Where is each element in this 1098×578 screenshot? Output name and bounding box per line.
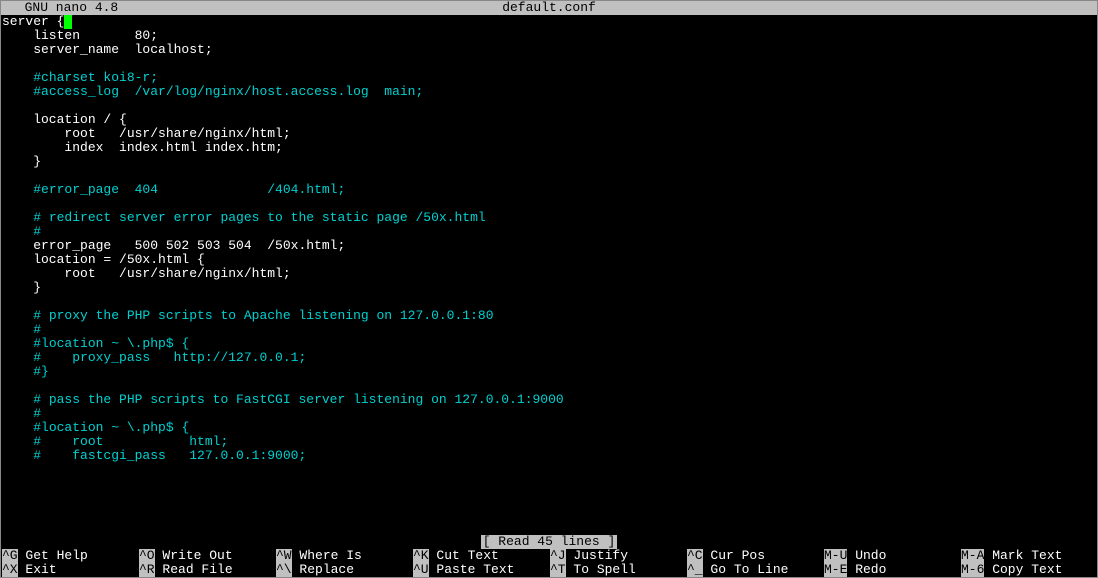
shortcut-key: ^J xyxy=(550,549,566,563)
shortcut-item: ^T To Spell xyxy=(550,563,687,577)
titlebar: GNU nano 4.8 default.conf xyxy=(1,1,1097,15)
shortcut-item: ^K Cut Text xyxy=(413,549,550,563)
shortcut-key: M-6 xyxy=(961,563,984,577)
shortcut-item: M-A Mark Text xyxy=(961,549,1098,563)
code-line xyxy=(2,295,1097,309)
shortcut-key: M-E xyxy=(824,563,847,577)
code-line xyxy=(2,169,1097,183)
app-name: GNU nano 4.8 xyxy=(9,1,118,15)
shortcut-label: Mark Text xyxy=(984,549,1062,563)
file-name: default.conf xyxy=(502,1,596,15)
status-bar: [ Read 45 lines ] xyxy=(1,535,1097,549)
shortcut-label: Replace xyxy=(292,563,354,577)
shortcut-item: ^O Write Out xyxy=(139,549,276,563)
shortcut-label: Go To Line xyxy=(703,563,789,577)
code-line: } xyxy=(2,281,1097,295)
shortcut-item: M-E Redo xyxy=(824,563,961,577)
shortcut-key: ^O xyxy=(139,549,155,563)
code-line: # redirect server error pages to the sta… xyxy=(2,211,1097,225)
shortcut-bar: ^G Get Help^O Write Out^W Where Is^K Cut… xyxy=(1,549,1097,577)
shortcut-key: ^_ xyxy=(687,563,703,577)
shortcut-key: ^G xyxy=(2,549,18,563)
code-line: root /usr/share/nginx/html; xyxy=(2,127,1097,141)
code-line: # proxy_pass http://127.0.0.1; xyxy=(2,351,1097,365)
shortcut-item: ^U Paste Text xyxy=(413,563,550,577)
shortcut-item: ^G Get Help xyxy=(2,549,139,563)
shortcut-label: Where Is xyxy=(292,549,362,563)
code-line: location / { xyxy=(2,113,1097,127)
shortcut-key: ^U xyxy=(413,563,429,577)
code-line xyxy=(2,57,1097,71)
shortcut-label: Paste Text xyxy=(429,563,515,577)
shortcut-key: ^W xyxy=(276,549,292,563)
shortcut-item: M-6 Copy Text xyxy=(961,563,1098,577)
code-line: listen 80; xyxy=(2,29,1097,43)
shortcut-label: Redo xyxy=(847,563,886,577)
shortcut-label: Cut Text xyxy=(429,549,499,563)
code-line: location = /50x.html { xyxy=(2,253,1097,267)
shortcut-key: ^R xyxy=(139,563,155,577)
shortcut-key: ^C xyxy=(687,549,703,563)
code-line: #location ~ \.php$ { xyxy=(2,421,1097,435)
shortcut-row-2: ^X Exit^R Read File^\ Replace^U Paste Te… xyxy=(1,563,1097,577)
editor-content[interactable]: server { listen 80; server_name localhos… xyxy=(1,15,1097,463)
shortcut-item: ^X Exit xyxy=(2,563,139,577)
shortcut-key: M-A xyxy=(961,549,984,563)
shortcut-row-1: ^G Get Help^O Write Out^W Where Is^K Cut… xyxy=(1,549,1097,563)
code-line: server { xyxy=(2,15,1097,29)
shortcut-item: ^\ Replace xyxy=(276,563,413,577)
code-line: # proxy the PHP scripts to Apache listen… xyxy=(2,309,1097,323)
code-line: #error_page 404 /404.html; xyxy=(2,183,1097,197)
shortcut-key: M-U xyxy=(824,549,847,563)
shortcut-item: ^J Justify xyxy=(550,549,687,563)
code-line: index index.html index.htm; xyxy=(2,141,1097,155)
shortcut-key: ^X xyxy=(2,563,18,577)
shortcut-label: Exit xyxy=(18,563,57,577)
shortcut-key: ^\ xyxy=(276,563,292,577)
code-line: root /usr/share/nginx/html; xyxy=(2,267,1097,281)
shortcut-item: ^C Cur Pos xyxy=(687,549,824,563)
shortcut-key: ^T xyxy=(550,563,566,577)
code-line: #charset koi8-r; xyxy=(2,71,1097,85)
code-line: #access_log /var/log/nginx/host.access.l… xyxy=(2,85,1097,99)
shortcut-label: Undo xyxy=(847,549,886,563)
code-line: #location ~ \.php$ { xyxy=(2,337,1097,351)
code-line: # xyxy=(2,323,1097,337)
code-line: #} xyxy=(2,365,1097,379)
text-cursor xyxy=(64,15,72,29)
code-line: error_page 500 502 503 504 /50x.html; xyxy=(2,239,1097,253)
code-line: # fastcgi_pass 127.0.0.1:9000; xyxy=(2,449,1097,463)
code-line: # xyxy=(2,407,1097,421)
code-line: } xyxy=(2,155,1097,169)
code-line xyxy=(2,379,1097,393)
shortcut-item: ^_ Go To Line xyxy=(687,563,824,577)
shortcut-label: To Spell xyxy=(566,563,636,577)
status-message: [ Read 45 lines ] xyxy=(481,535,618,549)
shortcut-label: Get Help xyxy=(18,549,88,563)
code-line xyxy=(2,197,1097,211)
shortcut-label: Cur Pos xyxy=(703,549,765,563)
shortcut-key: ^K xyxy=(413,549,429,563)
shortcut-label: Read File xyxy=(155,563,233,577)
shortcut-label: Copy Text xyxy=(984,563,1062,577)
code-line: # xyxy=(2,225,1097,239)
shortcut-item: M-U Undo xyxy=(824,549,961,563)
code-line: # pass the PHP scripts to FastCGI server… xyxy=(2,393,1097,407)
shortcut-label: Justify xyxy=(566,549,628,563)
code-line xyxy=(2,99,1097,113)
code-line: # root html; xyxy=(2,435,1097,449)
code-line: server_name localhost; xyxy=(2,43,1097,57)
shortcut-label: Write Out xyxy=(155,549,233,563)
shortcut-item: ^W Where Is xyxy=(276,549,413,563)
shortcut-item: ^R Read File xyxy=(139,563,276,577)
